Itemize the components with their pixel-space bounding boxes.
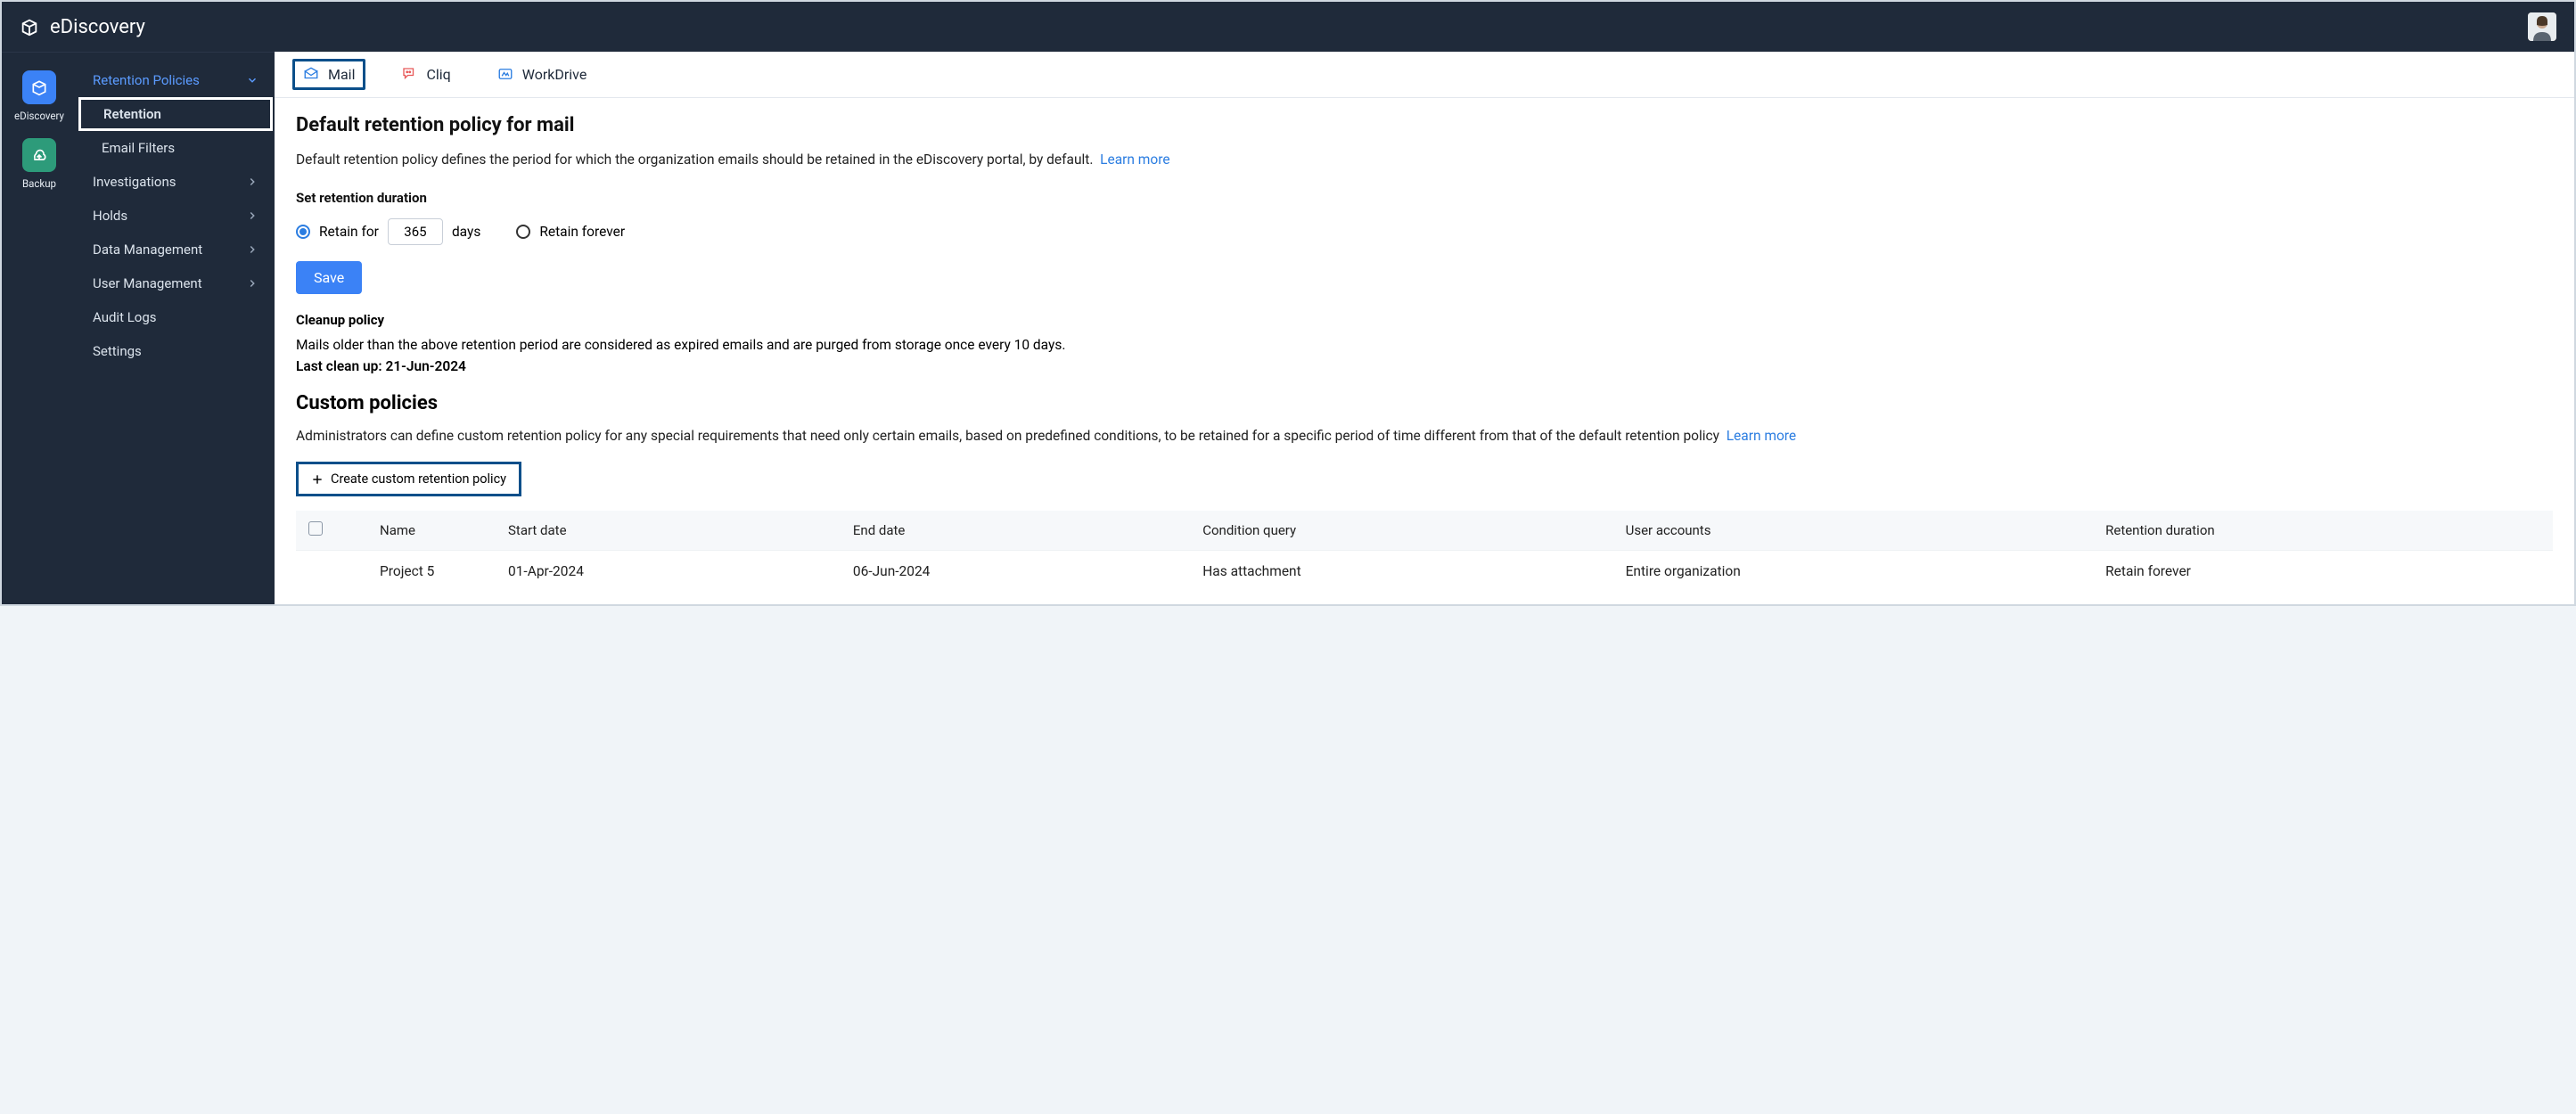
create-custom-policy-button[interactable]: Create custom retention policy bbox=[296, 462, 521, 496]
nav-label: Holds bbox=[93, 208, 127, 224]
app-title: eDiscovery bbox=[50, 16, 145, 38]
col-condition: Condition query bbox=[1190, 511, 1612, 551]
duration-label: Set retention duration bbox=[296, 190, 2553, 206]
nav-sub-retention[interactable]: Retention bbox=[78, 97, 273, 131]
sidebar-nav: Retention Policies Retention Email Filte… bbox=[77, 52, 275, 604]
nav-label: Settings bbox=[93, 343, 142, 359]
ediscovery-icon bbox=[22, 70, 56, 104]
nav-retention-policies[interactable]: Retention Policies bbox=[77, 63, 275, 97]
select-all-checkbox[interactable] bbox=[308, 521, 323, 536]
tab-workdrive[interactable]: WorkDrive bbox=[487, 59, 598, 90]
retention-radio-group: Retain for days Retain forever bbox=[296, 218, 2553, 245]
chevron-down-icon bbox=[246, 74, 258, 86]
col-users: User accounts bbox=[1613, 511, 2094, 551]
table-row[interactable]: Project 5 01-Apr-2024 06-Jun-2024 Has at… bbox=[296, 551, 2553, 593]
workdrive-icon bbox=[497, 66, 513, 82]
col-duration: Retention duration bbox=[2093, 511, 2553, 551]
backup-icon bbox=[22, 138, 56, 172]
learn-more-link[interactable]: Learn more bbox=[1100, 152, 1169, 168]
nav-label: Data Management bbox=[93, 242, 202, 258]
retain-for-option[interactable]: Retain for days bbox=[296, 218, 480, 245]
default-policy-desc: Default retention policy defines the per… bbox=[296, 149, 2553, 171]
retain-forever-option[interactable]: Retain forever bbox=[516, 224, 625, 240]
nav-sub-email-filters[interactable]: Email Filters bbox=[77, 131, 275, 165]
radio-unselected-icon[interactable] bbox=[516, 225, 530, 239]
nav-holds[interactable]: Holds bbox=[77, 199, 275, 233]
col-start-date: Start date bbox=[496, 511, 841, 551]
plus-icon bbox=[311, 473, 324, 486]
rail-item-backup[interactable]: Backup bbox=[22, 138, 56, 190]
col-name: Name bbox=[335, 511, 496, 551]
tab-label: Cliq bbox=[426, 66, 450, 83]
tab-mail[interactable]: Mail bbox=[292, 59, 365, 90]
create-label: Create custom retention policy bbox=[331, 471, 506, 487]
chevron-right-icon bbox=[246, 209, 258, 222]
nav-investigations[interactable]: Investigations bbox=[77, 165, 275, 199]
nav-audit-logs[interactable]: Audit Logs bbox=[77, 300, 275, 334]
tab-cliq[interactable]: Cliq bbox=[390, 59, 461, 90]
app-body: eDiscovery Backup Retention Policies Ret… bbox=[2, 52, 2574, 604]
cell-cond: Has attachment bbox=[1190, 551, 1612, 593]
cell-name: Project 5 bbox=[335, 551, 496, 593]
cell-start: 01-Apr-2024 bbox=[496, 551, 841, 593]
cleanup-desc: Mails older than the above retention per… bbox=[296, 337, 2553, 353]
header-left: eDiscovery bbox=[20, 16, 145, 38]
nav-user-management[interactable]: User Management bbox=[77, 266, 275, 300]
cliq-icon bbox=[401, 66, 417, 82]
retain-for-label: Retain for bbox=[319, 224, 379, 240]
app-header: eDiscovery bbox=[2, 2, 2574, 52]
nav-label: Investigations bbox=[93, 174, 176, 190]
rail-item-ediscovery[interactable]: eDiscovery bbox=[14, 70, 64, 122]
cell-end: 06-Jun-2024 bbox=[841, 551, 1190, 593]
rail-label: Backup bbox=[22, 177, 56, 190]
tab-bar: Mail Cliq WorkDrive bbox=[275, 52, 2574, 98]
cell-duration: Retain forever bbox=[2093, 551, 2553, 593]
nav-label: Audit Logs bbox=[93, 309, 157, 325]
nav-label: Retention Policies bbox=[93, 72, 200, 88]
radio-selected-icon[interactable] bbox=[296, 225, 310, 239]
tab-label: WorkDrive bbox=[522, 66, 587, 83]
app-frame: eDiscovery eDiscovery Backup Retentio bbox=[0, 0, 2576, 606]
chevron-right-icon bbox=[246, 277, 258, 290]
nav-label: User Management bbox=[93, 275, 202, 291]
nav-sub-label: Retention bbox=[103, 106, 161, 122]
nav-sub-label: Email Filters bbox=[102, 140, 175, 156]
nav-settings[interactable]: Settings bbox=[77, 334, 275, 368]
save-button[interactable]: Save bbox=[296, 261, 362, 294]
custom-policies-desc: Administrators can define custom retenti… bbox=[296, 425, 2553, 447]
last-cleanup: Last clean up: 21-Jun-2024 bbox=[296, 358, 2553, 374]
chevron-right-icon bbox=[246, 243, 258, 256]
user-avatar[interactable] bbox=[2528, 12, 2556, 41]
scroll-content: Default retention policy for mail Defaul… bbox=[275, 98, 2574, 604]
rail-label: eDiscovery bbox=[14, 110, 64, 122]
cell-users: Entire organization bbox=[1613, 551, 2094, 593]
default-policy-title: Default retention policy for mail bbox=[296, 114, 2553, 136]
tab-label: Mail bbox=[328, 66, 355, 83]
left-rail: eDiscovery Backup bbox=[2, 52, 77, 604]
table-header-row: Name Start date End date Condition query… bbox=[296, 511, 2553, 551]
main-content: Mail Cliq WorkDrive Default retention po… bbox=[275, 52, 2574, 604]
retain-forever-label: Retain forever bbox=[539, 224, 625, 240]
ediscovery-logo-icon bbox=[20, 17, 39, 37]
chevron-right-icon bbox=[246, 176, 258, 188]
custom-policies-table: Name Start date End date Condition query… bbox=[296, 511, 2553, 592]
nav-data-management[interactable]: Data Management bbox=[77, 233, 275, 266]
cleanup-title: Cleanup policy bbox=[296, 312, 2553, 328]
days-suffix: days bbox=[452, 224, 480, 240]
learn-more-link[interactable]: Learn more bbox=[1727, 428, 1796, 444]
col-end-date: End date bbox=[841, 511, 1190, 551]
custom-policies-title: Custom policies bbox=[296, 392, 2553, 414]
days-input[interactable] bbox=[388, 218, 443, 245]
mail-icon bbox=[303, 66, 319, 82]
